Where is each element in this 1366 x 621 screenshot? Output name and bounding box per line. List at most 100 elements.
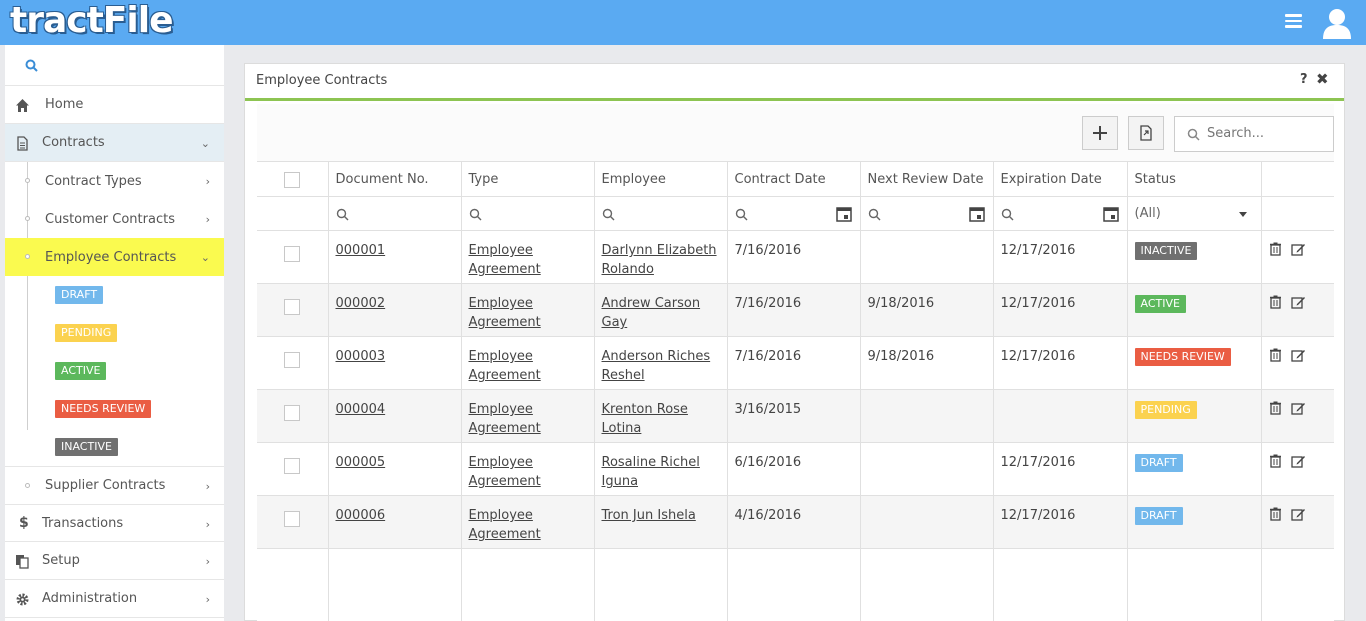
table-row[interactable]: 000003 Employee Agreement Anderson Riches … xyxy=(257,336,1334,390)
edit-icon[interactable] xyxy=(1290,401,1306,415)
column-header-type[interactable]: Type xyxy=(461,161,595,197)
search-icon[interactable] xyxy=(25,59,38,72)
trash-icon[interactable] xyxy=(1269,507,1282,521)
filter-status[interactable]: (All) xyxy=(1127,196,1262,231)
row-select-cell[interactable] xyxy=(257,442,329,496)
type-link[interactable]: Employee Agreement xyxy=(469,296,541,330)
sidebar-item-customer-contracts[interactable]: Customer Contracts › xyxy=(5,200,224,238)
row-select-cell[interactable] xyxy=(257,389,329,443)
filter-document-no[interactable] xyxy=(328,196,462,231)
document-link[interactable]: 000006 xyxy=(336,508,386,523)
sidebar-status-inactive[interactable]: INACTIVE xyxy=(5,428,224,466)
select-all-cell[interactable] xyxy=(257,161,329,197)
trash-icon[interactable] xyxy=(1269,295,1282,309)
sidebar-status-pending[interactable]: PENDING xyxy=(5,314,224,352)
status-tag[interactable]: INACTIVE xyxy=(55,438,118,456)
row-checkbox[interactable] xyxy=(284,511,301,527)
employee-link[interactable]: Tron Jun Ishela xyxy=(602,508,696,523)
column-header-employee[interactable]: Employee xyxy=(594,161,728,197)
filter-contract-date[interactable] xyxy=(727,196,861,231)
filter-expiration-date[interactable] xyxy=(993,196,1128,231)
column-header-expiration-date[interactable]: Expiration Date xyxy=(993,161,1128,197)
type-link[interactable]: Employee Agreement xyxy=(469,349,541,383)
table-row[interactable]: 000002 Employee Agreement Andrew Carson Ga… xyxy=(257,283,1334,337)
employee-link[interactable]: Andrew Carson Gay xyxy=(602,296,701,330)
add-button[interactable] xyxy=(1082,116,1118,150)
edit-icon[interactable] xyxy=(1290,454,1306,468)
table-row[interactable]: 000001 Employee Agreement Darlynn Elizabet… xyxy=(257,230,1334,284)
type-link[interactable]: Employee Agreement xyxy=(469,402,541,436)
employee-link[interactable]: Anderson Riches Reshel xyxy=(602,349,711,383)
calendar-icon[interactable] xyxy=(968,206,985,222)
sidebar-item-administration[interactable]: Administration › xyxy=(5,580,224,618)
cell-employee: Tron Jun Ishela xyxy=(594,495,728,549)
sidebar-status-active[interactable]: ACTIVE xyxy=(5,352,224,390)
calendar-icon[interactable] xyxy=(1102,206,1119,222)
edit-icon[interactable] xyxy=(1290,348,1306,362)
trash-icon[interactable] xyxy=(1269,242,1282,256)
filter-type[interactable] xyxy=(461,196,595,231)
sidebar-status-needs-review[interactable]: NEEDS REVIEW xyxy=(5,390,224,428)
sidebar-item-contract-types[interactable]: Contract Types › xyxy=(5,162,224,200)
user-icon[interactable] xyxy=(1320,6,1354,40)
edit-icon[interactable] xyxy=(1290,242,1306,256)
row-select-cell[interactable] xyxy=(257,336,329,390)
export-button[interactable] xyxy=(1128,116,1164,150)
document-link[interactable]: 000004 xyxy=(336,402,386,417)
trash-icon[interactable] xyxy=(1269,401,1282,415)
type-link[interactable]: Employee Agreement xyxy=(469,455,541,489)
type-link[interactable]: Employee Agreement xyxy=(469,243,541,277)
sidebar-item-setup[interactable]: Setup › xyxy=(5,542,224,580)
employee-link[interactable]: Krenton Rose Lotina xyxy=(602,402,688,436)
sidebar-item-contracts[interactable]: Contracts ⌄ xyxy=(5,124,224,162)
sidebar-item-transactions[interactable]: $ Transactions › xyxy=(5,504,224,542)
type-link[interactable]: Employee Agreement xyxy=(469,508,541,542)
column-header-document-no[interactable]: Document No. xyxy=(328,161,462,197)
row-checkbox[interactable] xyxy=(284,405,301,421)
document-link[interactable]: 000001 xyxy=(336,243,386,258)
sidebar-search[interactable] xyxy=(5,45,224,86)
status-tag[interactable]: PENDING xyxy=(55,324,118,342)
row-select-cell[interactable] xyxy=(257,230,329,284)
employee-link[interactable]: Rosaline Richel Iguna xyxy=(602,455,700,489)
sidebar-item-home[interactable]: Home xyxy=(5,86,224,124)
trash-icon[interactable] xyxy=(1269,454,1282,468)
sidebar-item-employee-contracts[interactable]: Employee Contracts ⌄ xyxy=(5,238,224,276)
edit-icon[interactable] xyxy=(1290,295,1306,309)
trash-icon[interactable] xyxy=(1269,348,1282,362)
table-row[interactable]: 000005 Employee Agreement Rosaline Richel … xyxy=(257,442,1334,496)
edit-icon[interactable] xyxy=(1290,507,1306,521)
row-select-cell[interactable] xyxy=(257,495,329,549)
status-tag[interactable]: ACTIVE xyxy=(55,362,107,380)
employee-link[interactable]: Darlynn Elizabeth Rolando xyxy=(602,243,717,277)
row-select-cell[interactable] xyxy=(257,283,329,337)
column-header-status[interactable]: Status xyxy=(1127,161,1262,197)
table-row[interactable]: 000004 Employee Agreement Krenton Rose Lot… xyxy=(257,389,1334,443)
document-link[interactable]: 000005 xyxy=(336,455,386,470)
close-button[interactable]: ✖ xyxy=(1316,70,1329,88)
app-logo[interactable]: tractFile xyxy=(10,0,173,42)
menu-icon[interactable] xyxy=(1285,14,1302,28)
select-all-checkbox[interactable] xyxy=(284,172,301,188)
row-checkbox[interactable] xyxy=(284,246,301,262)
table-row[interactable]: 000006 Employee Agreement Tron Jun Ishela 4… xyxy=(257,495,1334,549)
row-checkbox[interactable] xyxy=(284,352,301,368)
grid-search-box[interactable] xyxy=(1174,116,1334,152)
sidebar-item-supplier-contracts[interactable]: Supplier Contracts › xyxy=(5,466,224,504)
filter-employee[interactable] xyxy=(594,196,728,231)
search-input[interactable] xyxy=(1207,126,1327,141)
document-link[interactable]: 000003 xyxy=(336,349,386,364)
row-checkbox[interactable] xyxy=(284,299,301,315)
column-header-contract-date[interactable]: Contract Date xyxy=(727,161,861,197)
column-header-next-review-date[interactable]: Next Review Date xyxy=(860,161,994,197)
status-tag[interactable]: NEEDS REVIEW xyxy=(55,400,152,418)
row-actions xyxy=(1269,241,1328,256)
calendar-icon[interactable] xyxy=(835,206,852,222)
status-tag[interactable]: DRAFT xyxy=(55,286,104,304)
row-checkbox[interactable] xyxy=(284,458,301,474)
sidebar-status-draft[interactable]: DRAFT xyxy=(5,276,224,314)
document-link[interactable]: 000002 xyxy=(336,296,386,311)
status-filter-select[interactable]: (All) xyxy=(1135,206,1247,221)
filter-next-review-date[interactable] xyxy=(860,196,994,231)
help-button[interactable]: ? xyxy=(1300,72,1308,87)
